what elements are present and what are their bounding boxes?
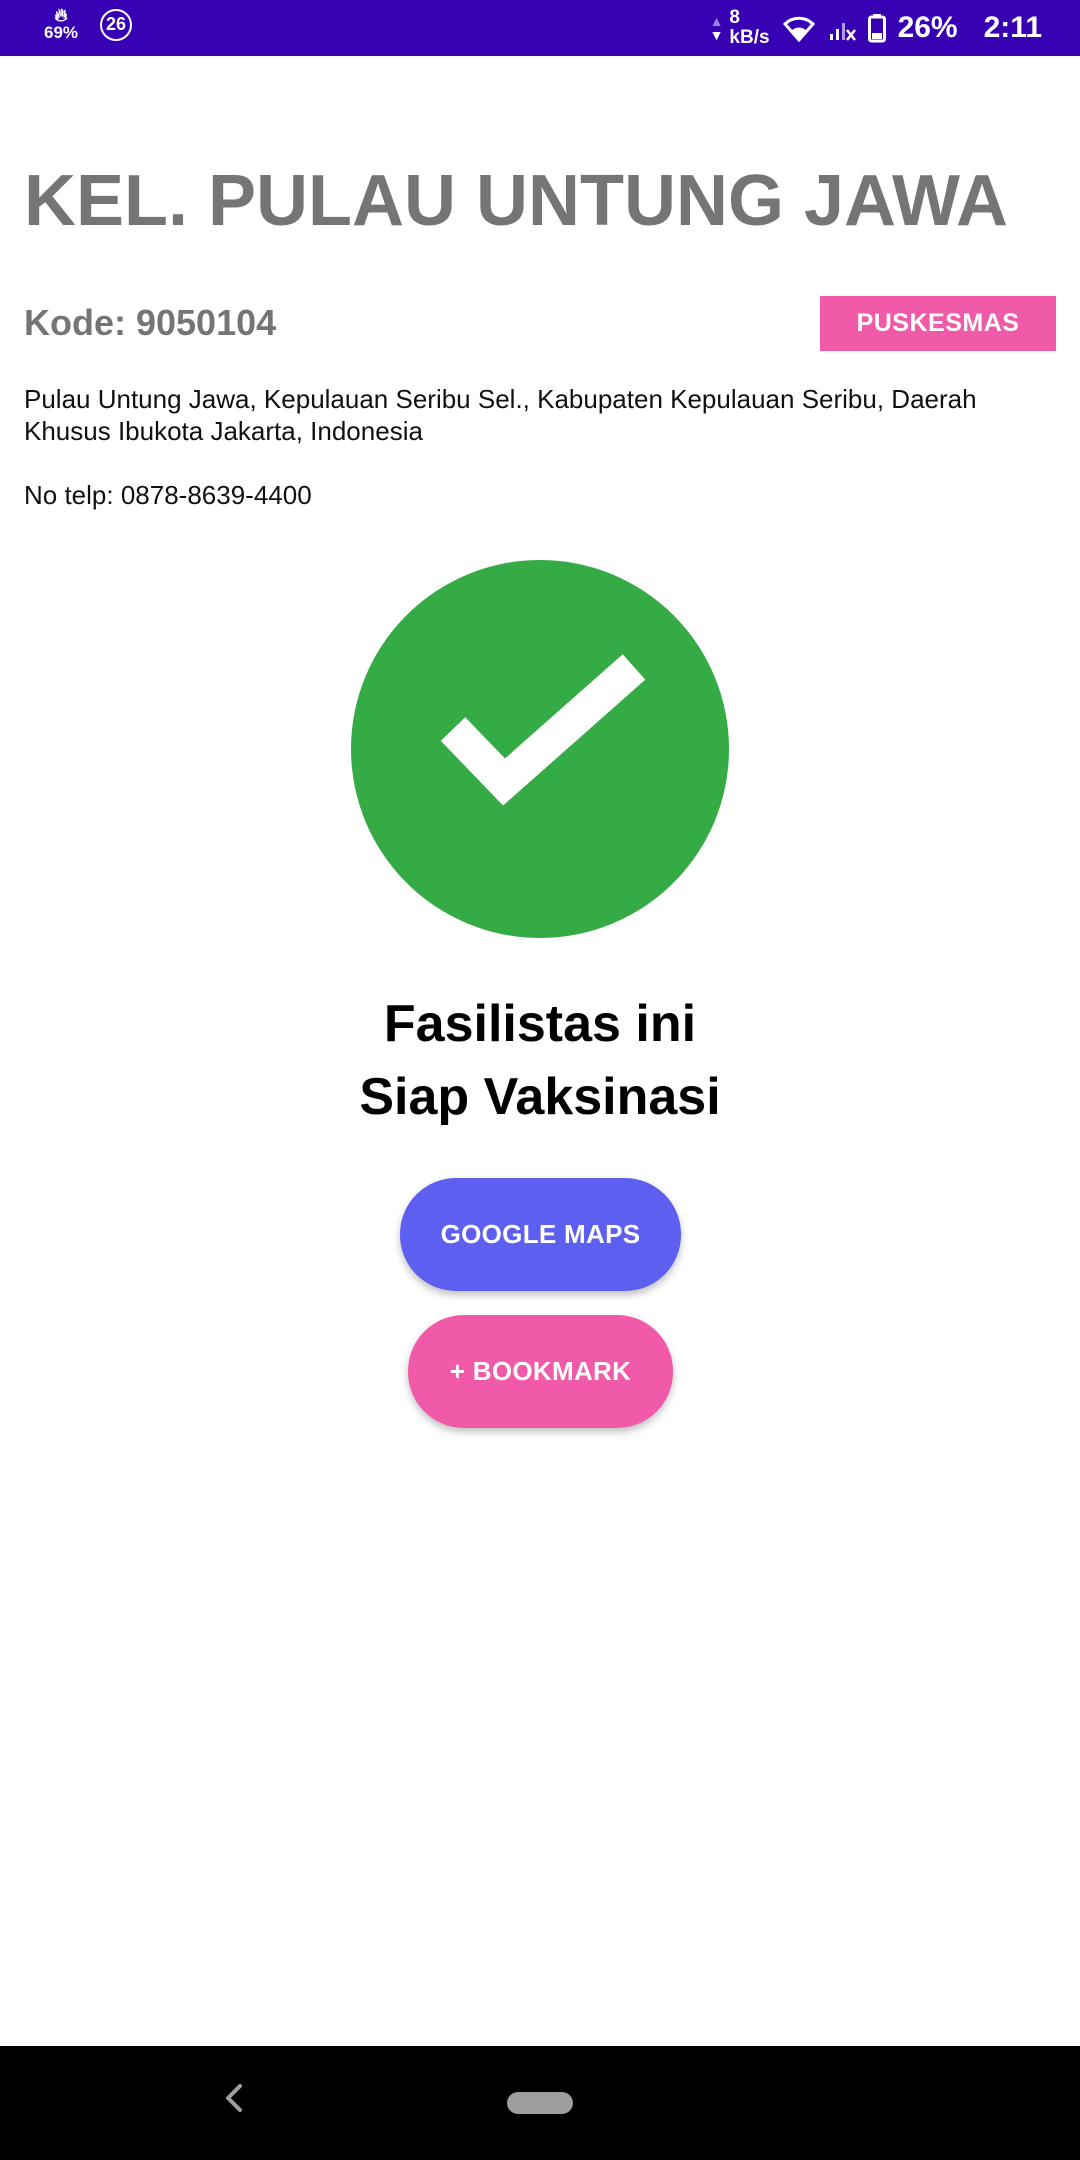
back-icon[interactable]	[214, 2076, 254, 2120]
notification-badge: 26	[100, 8, 133, 41]
status-bar-right: ▲ ▼ 8 kB/s 26% 2:11	[710, 0, 1042, 56]
vaccination-status: Fasilistas ini Siap Vaksinasi	[0, 988, 1080, 1134]
screen: 🔥︎ 69% 26 ▲ ▼ 8 kB/s 26% 2:11 KEL. PULAU…	[0, 0, 1080, 2160]
check-circle-icon	[351, 560, 729, 938]
speed-value: 8	[729, 7, 740, 28]
status-line-2: Siap Vaksinasi	[359, 1068, 721, 1126]
clock: 2:11	[983, 11, 1042, 44]
facility-name: KEL. PULAU UNTUNG JAWA	[24, 161, 1009, 241]
wifi-icon	[782, 14, 816, 42]
home-pill-icon[interactable]	[507, 2092, 573, 2114]
status-line-1: Fasilistas ini	[383, 995, 697, 1053]
status-bar: 🔥︎ 69% 26 ▲ ▼ 8 kB/s 26% 2:11	[0, 0, 1080, 56]
facility-address: Pulau Untung Jawa, Kepulauan Seribu Sel.…	[24, 384, 977, 446]
flame-icon: 🔥︎	[54, 5, 68, 25]
facility-phone: No telp: 0878-8639-4400	[24, 480, 312, 510]
navigation-bar	[0, 2046, 1080, 2160]
battery-icon	[867, 13, 886, 43]
data-arrows-icon: ▲ ▼	[709, 13, 724, 43]
facility-type-badge: PUSKESMAS	[820, 296, 1056, 351]
fire-percent: 69%	[44, 23, 79, 42]
speed-unit: kB/s	[729, 27, 770, 48]
google-maps-button[interactable]: GOOGLE MAPS	[400, 1178, 681, 1291]
status-bar-left: 🔥︎ 69% 26	[44, 6, 133, 41]
fire-indicator: 🔥︎ 69%	[44, 6, 78, 41]
network-speed: ▲ ▼ 8 kB/s	[710, 8, 770, 48]
signal-icon	[828, 14, 856, 42]
bookmark-button[interactable]: + BOOKMARK	[408, 1315, 673, 1428]
battery-percent: 26%	[897, 11, 958, 44]
facility-code: Kode: 9050104	[24, 302, 277, 343]
